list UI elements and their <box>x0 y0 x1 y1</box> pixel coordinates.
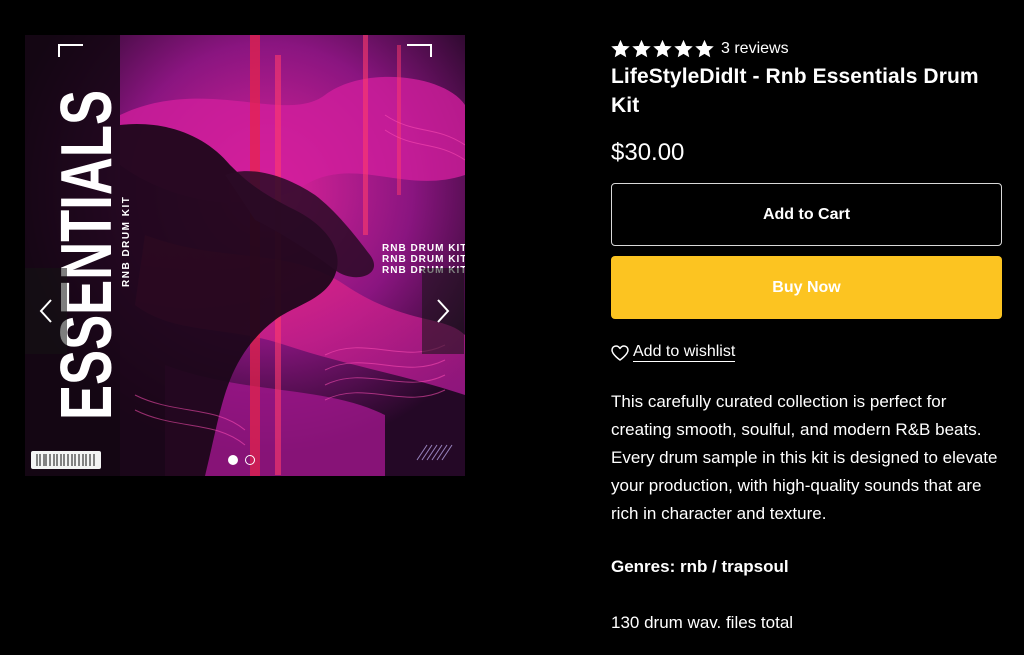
chevron-right-icon <box>437 299 450 323</box>
star-icon <box>632 40 651 58</box>
heart-icon <box>611 344 629 361</box>
cover-subtitle: RNB DRUM KIT <box>121 196 132 287</box>
star-icon <box>653 40 672 58</box>
rating-stars <box>611 40 714 58</box>
product-image-gallery: ESSENTIALS RNB DRUM KIT RNB DRUM KIT RNB… <box>25 35 465 476</box>
add-to-wishlist-link[interactable]: Add to wishlist <box>611 343 736 362</box>
buy-now-button[interactable]: Buy Now <box>611 256 1002 319</box>
gallery-dot-1[interactable] <box>228 455 238 465</box>
gallery-dot-2[interactable] <box>245 455 255 465</box>
product-rating[interactable]: 3 reviews <box>611 38 1003 60</box>
add-to-cart-button[interactable]: Add to Cart <box>611 183 1002 246</box>
chevron-left-icon <box>39 299 52 323</box>
product-file-count: 130 drum wav. files total <box>611 613 794 632</box>
product-cover-image: ESSENTIALS RNB DRUM KIT RNB DRUM KIT RNB… <box>25 35 465 476</box>
wishlist-label: Add to wishlist <box>633 343 736 362</box>
cover-tag-line: RNB DRUM KIT <box>382 243 465 254</box>
product-page: ESSENTIALS RNB DRUM KIT RNB DRUM KIT RNB… <box>0 0 1024 655</box>
product-description: This carefully curated collection is per… <box>611 392 998 523</box>
star-icon <box>695 40 714 58</box>
product-info: 3 reviews LifeStyleDidIt - Rnb Essential… <box>611 38 1003 632</box>
product-title: LifeStyleDidIt - Rnb Essentials Drum Kit <box>611 65 979 117</box>
star-icon <box>611 40 630 58</box>
reviews-count[interactable]: 3 reviews <box>721 40 789 58</box>
gallery-next-button[interactable] <box>422 268 464 354</box>
gallery-prev-button[interactable] <box>25 268 67 354</box>
product-genres: Genres: rnb / trapsoul <box>611 557 789 576</box>
cover-title: ESSENTIALS <box>47 90 127 420</box>
gallery-pagination <box>228 455 255 465</box>
product-price: $30.00 <box>611 139 685 166</box>
star-icon <box>674 40 693 58</box>
cover-tag-line: RNB DRUM KIT <box>382 254 465 265</box>
